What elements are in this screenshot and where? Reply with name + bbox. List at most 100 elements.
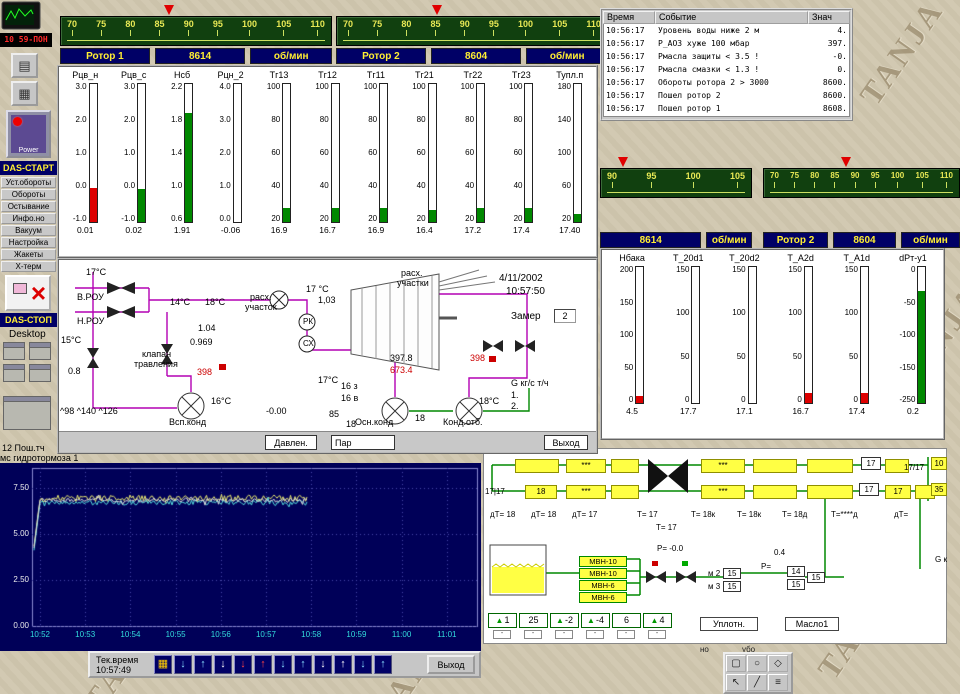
bar-scale: 0-50-100-150-250 [899, 266, 915, 404]
bar-scale: 10080604020 [412, 83, 425, 223]
gauge-scale: 707580859095100105110 [60, 16, 332, 46]
sidebar-menu-item[interactable]: Вакуум [1, 225, 56, 236]
trend-tool-button[interactable]: ↓ [274, 655, 292, 674]
sidebar-menu-item[interactable]: Уст.обороты [1, 177, 56, 188]
log-row[interactable]: 10:56:17Пошел ротор 18608. [604, 102, 849, 115]
sidebar-menu-item[interactable]: Жакеты [1, 249, 56, 260]
trend-tool-button[interactable]: ↓ [354, 655, 372, 674]
trend-tool-button[interactable]: ↓ [314, 655, 332, 674]
indicator-cell[interactable]: ▲1 [488, 613, 517, 628]
trend-tool-button[interactable]: ↓ [174, 655, 192, 674]
sidebar-menu-item[interactable]: X-терм [1, 261, 56, 272]
bar-tick: 3.0 [124, 83, 135, 91]
window-thumbnail[interactable] [3, 396, 51, 430]
bar-scale: 10080604020 [509, 83, 522, 223]
bar-scale: 10080604020 [461, 83, 474, 223]
trend-chart[interactable] [0, 463, 481, 651]
log-column-header[interactable]: Событие [655, 11, 808, 24]
trend-tool-button[interactable]: ▦ [154, 655, 172, 674]
bar-track [804, 266, 813, 404]
steam-mode-button[interactable]: Пар [331, 435, 395, 450]
pressure-mode-button[interactable]: Давлен. [265, 435, 317, 450]
trend-tool-button[interactable]: ↓ [214, 655, 232, 674]
bar-tick: 40 [465, 182, 474, 190]
bar-fill [283, 208, 290, 222]
das-stop-button[interactable]: × [5, 275, 51, 311]
log-row[interactable]: 10:56:17Рмасла защиты < 3.5 !-0. [604, 50, 849, 63]
trend-tool-button[interactable]: ↑ [334, 655, 352, 674]
bar-fill [918, 291, 925, 403]
log-column-header[interactable]: Знач [808, 11, 850, 24]
bar-gauge: Тг221008060402017.2 [449, 69, 497, 254]
rotor2-speed-gauge-right: 707580859095100105110 Ротор 28604об/мин [763, 152, 960, 250]
palette-tool-button[interactable]: ◇ [768, 655, 788, 672]
trend-tool-button[interactable]: ↑ [374, 655, 392, 674]
log-column-header[interactable]: Время [603, 11, 655, 24]
indicator-cell[interactable]: ▲-4 [581, 613, 610, 628]
indicator-cell[interactable]: ▲-2 [550, 613, 579, 628]
maslo1-button[interactable]: Масло1 [785, 617, 839, 631]
sidebar-menu-item[interactable]: Остывание [1, 201, 56, 212]
keyboard-icon-button[interactable]: ▦ [11, 81, 38, 106]
trend-tool-button[interactable]: ↑ [194, 655, 212, 674]
bar-gauge: Нсб2.21.81.41.00.61.91 [158, 69, 206, 254]
gauge-tick: 100 [242, 19, 257, 36]
sidebar-menu-item[interactable]: Инфо.но [1, 213, 56, 224]
palette-tool-button[interactable]: ▢ [726, 655, 746, 672]
sidebar-menu-item[interactable]: Обороты [1, 189, 56, 200]
palette-tool-button[interactable]: ≡ [768, 674, 788, 691]
bar-tick: 40 [320, 182, 329, 190]
bar-tick: 40 [368, 182, 377, 190]
gauge-pointer-icon [618, 157, 628, 167]
bar-gauge: Т_20d215010050017.1 [716, 252, 772, 436]
das-start-power-button[interactable]: Power [6, 110, 51, 158]
indicator-cell[interactable]: ▲4 [643, 613, 672, 628]
bar-fill [477, 208, 484, 222]
palette-tool-button[interactable]: ↖ [726, 674, 746, 691]
log-row[interactable]: 10:56:17Р_АО3 хуже 100 мбар397. [604, 37, 849, 50]
rotor1-speed-gauge: 707580859095100105110 Ротор 18614об/мин [60, 0, 332, 66]
bar-tick: 80 [514, 116, 523, 124]
bar-fill [332, 208, 339, 222]
bar-track [428, 83, 437, 223]
window-thumbnail[interactable] [3, 342, 25, 360]
current-time-display: Тек.время 10:57:49 [96, 655, 138, 675]
sidebar-menu-item[interactable]: Настройка [1, 237, 56, 248]
bar-tick: 4.0 [220, 83, 231, 91]
gauge-pointer-icon [432, 5, 442, 15]
log-row[interactable]: 10:56:17Уровень воды ниже 2 м4. [604, 24, 849, 37]
trend-tool-button[interactable]: ↑ [254, 655, 272, 674]
uplotn-button[interactable]: Уплотн. [700, 617, 758, 631]
window-thumbnail[interactable] [29, 342, 51, 360]
up-arrow-icon: ▲ [556, 614, 564, 627]
trend-exit-button[interactable]: Выход [427, 655, 475, 674]
trend-tool-button[interactable]: ↓ [234, 655, 252, 674]
indicator-cell[interactable]: 6 [612, 613, 641, 628]
log-row[interactable]: 10:56:17Обороты ротора 2 > 30008600. [604, 76, 849, 89]
window-thumbnail[interactable] [3, 364, 25, 382]
log-time: 10:56:17 [604, 63, 656, 76]
printer-icon-button[interactable]: ▤ [11, 53, 38, 78]
gauge-tick: 95 [646, 171, 656, 188]
log-row[interactable]: 10:56:17Пошел ротор 28600. [604, 89, 849, 102]
window-thumbnail[interactable] [29, 364, 51, 382]
log-row[interactable]: 10:56:17Рмасла смазки < 1.3 !0. [604, 63, 849, 76]
bar-tick: 50 [737, 353, 746, 361]
indicator-cell[interactable]: 25 [519, 613, 548, 628]
bar-gauge: Тг121008060402016.7 [303, 69, 351, 254]
bar-tick: 150 [845, 266, 858, 274]
bar-gauge: Т_А1d15010050017.4 [829, 252, 885, 436]
diagram-exit-button[interactable]: Выход [544, 435, 588, 450]
trend-tool-button[interactable]: ↑ [294, 655, 312, 674]
gauge-tick: 90 [184, 19, 194, 36]
palette-tool-button[interactable]: ╱ [747, 674, 767, 691]
bar-tick: 1.0 [171, 182, 182, 190]
gauge-tick: 85 [431, 19, 441, 36]
bar-tick: -1.0 [121, 215, 135, 223]
bar-tick: 20 [417, 215, 426, 223]
gauge-tick: 70 [67, 19, 77, 36]
palette-tool-button[interactable]: ○ [747, 655, 767, 672]
monitor-icon[interactable] [1, 1, 41, 36]
bar-tick: 60 [320, 149, 329, 157]
bar-tick: 100 [620, 331, 633, 339]
